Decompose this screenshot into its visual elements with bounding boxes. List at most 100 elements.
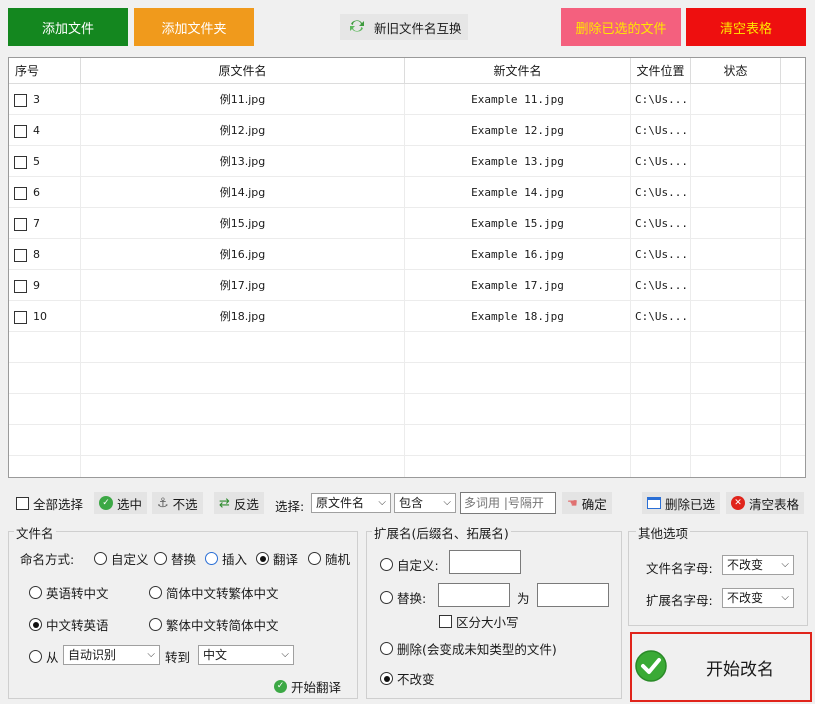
- radio-circle[interactable]: [154, 552, 167, 565]
- table-row[interactable]: 9 例17.jpg Example 17.jpg C:\Us...: [9, 270, 805, 301]
- row-checkbox[interactable]: [14, 155, 27, 169]
- cell-status: [691, 115, 781, 146]
- row-checkbox[interactable]: [14, 93, 27, 107]
- ext-custom-input[interactable]: [449, 550, 521, 574]
- table-row[interactable]: 8 例16.jpg Example 16.jpg C:\Us...: [9, 239, 805, 270]
- other-options-panel: [628, 531, 808, 626]
- radio-circle[interactable]: [29, 586, 42, 599]
- empty-cell: [9, 394, 81, 425]
- confirm-button[interactable]: ☚ 确定: [562, 492, 612, 514]
- radio-circle[interactable]: [308, 552, 321, 565]
- cell-original: 例14.jpg: [81, 177, 405, 208]
- table-row[interactable]: 10 例18.jpg Example 18.jpg C:\Us...: [9, 301, 805, 332]
- empty-cell: [81, 332, 405, 363]
- radio-circle-selected[interactable]: [256, 552, 269, 565]
- case-sensitive-label: 区分大小写: [456, 615, 519, 630]
- mode-random-radio[interactable]: 随机: [308, 549, 350, 568]
- start-rename-button[interactable]: 开始改名: [630, 632, 812, 702]
- row-index: 9: [33, 279, 40, 292]
- row-checkbox[interactable]: [14, 248, 27, 262]
- chevron-down-icon: ⌵: [281, 649, 289, 660]
- row-checkbox[interactable]: [14, 186, 27, 200]
- filename-case-dropdown[interactable]: 不改变 ⌵: [722, 555, 794, 575]
- row-index-cell: 7: [9, 208, 81, 239]
- radio-circle-selected[interactable]: [29, 618, 42, 631]
- keyword-input[interactable]: [460, 492, 556, 514]
- t-to-s-radio[interactable]: 繁体中文转简体中文: [149, 615, 279, 634]
- table-row[interactable]: 3 例11.jpg Example 11.jpg C:\Us...: [9, 84, 805, 115]
- mode-translate-radio[interactable]: 翻译: [256, 549, 298, 568]
- cell-original: 例18.jpg: [81, 301, 405, 332]
- delete-selected-files-button[interactable]: 删除已选的文件: [561, 8, 681, 46]
- source-language-dropdown[interactable]: 自动识别 ⌵: [63, 645, 160, 665]
- invert-button[interactable]: ⇄ 反选: [214, 492, 264, 514]
- zh-to-en-radio[interactable]: 中文转英语: [29, 615, 109, 634]
- ext-delete-radio[interactable]: 删除(会变成未知类型的文件): [380, 639, 557, 658]
- ext-replace-from-input[interactable]: [438, 583, 510, 607]
- add-file-button[interactable]: 添加文件: [8, 8, 128, 46]
- table-row[interactable]: 7 例15.jpg Example 15.jpg C:\Us...: [9, 208, 805, 239]
- delete-selected-button[interactable]: 删除已选: [642, 492, 721, 514]
- radio-circle[interactable]: [380, 591, 393, 604]
- unselect-button[interactable]: ⚓ 不选: [152, 492, 203, 514]
- empty-row: [9, 456, 805, 477]
- naming-mode-label: 命名方式:: [20, 552, 75, 567]
- target-language-dropdown[interactable]: 中文 ⌵: [198, 645, 294, 665]
- en-to-zh-radio[interactable]: 英语转中文: [29, 583, 109, 602]
- ext-replace-radio[interactable]: 替换:: [380, 588, 426, 607]
- mode-replace-radio[interactable]: 替换: [154, 549, 196, 568]
- start-translate-button[interactable]: ✓ 开始翻译: [274, 677, 341, 696]
- ext-case-label: 扩展名字母:: [646, 593, 713, 608]
- clear-table-label: 清空表格: [749, 496, 800, 512]
- select-all-checkbox[interactable]: 全部选择: [16, 494, 83, 513]
- cell-original: 例16.jpg: [81, 239, 405, 270]
- ext-unchanged-label: 不改变: [397, 672, 435, 687]
- row-checkbox[interactable]: [14, 279, 27, 293]
- chevron-down-icon: ⌵: [147, 649, 155, 660]
- cell-location: C:\Us...: [631, 84, 691, 115]
- clear-table-small-button[interactable]: ✕ 清空表格: [726, 492, 805, 514]
- header-new[interactable]: 新文件名: [405, 58, 631, 84]
- match-mode-dropdown[interactable]: 包含 ⌵: [394, 493, 456, 513]
- radio-circle[interactable]: [205, 552, 218, 565]
- row-checkbox[interactable]: [14, 217, 27, 231]
- radio-circle-selected[interactable]: [380, 672, 393, 685]
- header-original[interactable]: 原文件名: [81, 58, 405, 84]
- select-button[interactable]: ✓ 选中: [94, 492, 148, 514]
- s-to-t-radio[interactable]: 简体中文转繁体中文: [149, 583, 279, 602]
- cell-status: [691, 177, 781, 208]
- radio-circle[interactable]: [380, 642, 393, 655]
- swap-names-button[interactable]: 新旧文件名互换: [340, 14, 468, 40]
- select-all-box[interactable]: [16, 497, 29, 510]
- empty-cell: [631, 425, 691, 456]
- radio-circle[interactable]: [149, 618, 162, 631]
- header-status[interactable]: 状态: [691, 58, 781, 84]
- row-checkbox[interactable]: [14, 310, 27, 324]
- case-sensitive-checkbox[interactable]: 区分大小写: [439, 612, 519, 631]
- add-folder-button[interactable]: 添加文件夹: [134, 8, 254, 46]
- radio-circle[interactable]: [94, 552, 107, 565]
- clear-table-button[interactable]: 清空表格: [686, 8, 806, 46]
- ext-custom-radio[interactable]: 自定义:: [380, 555, 439, 574]
- empty-row: [9, 332, 805, 363]
- table-row[interactable]: 4 例12.jpg Example 12.jpg C:\Us...: [9, 115, 805, 146]
- header-location[interactable]: 文件位置: [631, 58, 691, 84]
- empty-cell: [405, 425, 631, 456]
- ext-replace-to-input[interactable]: [537, 583, 609, 607]
- radio-circle[interactable]: [380, 558, 393, 571]
- mode-custom-radio[interactable]: 自定义: [94, 549, 149, 568]
- table-row[interactable]: 6 例14.jpg Example 14.jpg C:\Us...: [9, 177, 805, 208]
- ext-case-dropdown[interactable]: 不改变 ⌵: [722, 588, 794, 608]
- select-field-dropdown[interactable]: 原文件名 ⌵: [311, 493, 391, 513]
- radio-circle[interactable]: [149, 586, 162, 599]
- header-index[interactable]: 序号: [9, 58, 81, 84]
- row-index-cell: 4: [9, 115, 81, 146]
- ext-unchanged-radio[interactable]: 不改变: [380, 669, 435, 688]
- mode-insert-radio[interactable]: 插入: [205, 549, 247, 568]
- from-radio[interactable]: 从: [29, 647, 59, 666]
- row-checkbox[interactable]: [14, 124, 27, 138]
- case-sensitive-box[interactable]: [439, 615, 452, 628]
- table-row[interactable]: 5 例13.jpg Example 13.jpg C:\Us...: [9, 146, 805, 177]
- radio-circle[interactable]: [29, 650, 42, 663]
- empty-cell: [81, 456, 405, 477]
